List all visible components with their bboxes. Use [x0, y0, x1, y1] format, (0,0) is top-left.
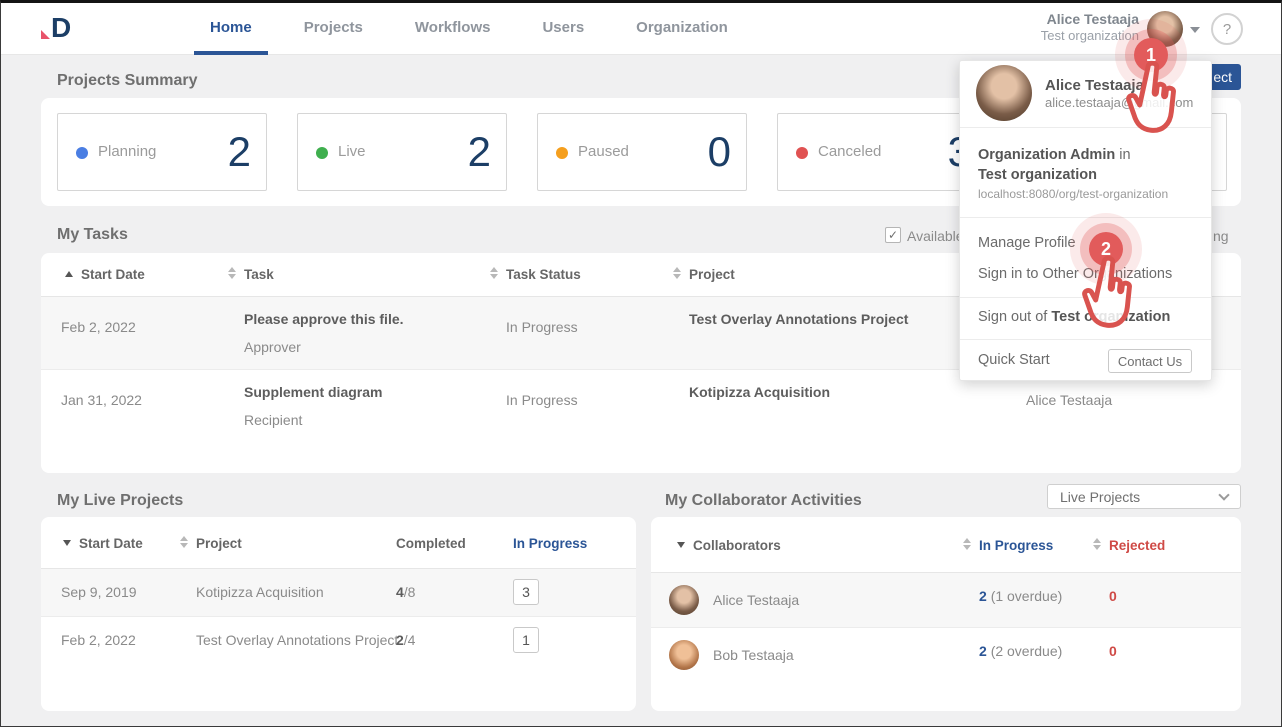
menu-org-name: Test organization [978, 167, 1097, 183]
nav-item-projects[interactable]: Projects [288, 3, 379, 55]
live-dot-icon [316, 147, 328, 159]
sort-icons [1093, 538, 1101, 550]
active-tab-underline [194, 51, 268, 55]
menu-item-sign-in-other-orgs[interactable]: Sign in to Other Organizations [978, 266, 1172, 282]
menu-org-url: localhost:8080/org/test-organization [978, 187, 1168, 201]
my-tasks-title: My Tasks [57, 226, 128, 244]
help-button[interactable]: ? [1211, 13, 1243, 45]
table-row[interactable]: Sep 9, 2019 Kotipizza Acquisition 4/8 3 [41, 569, 636, 616]
sort-desc-icon [63, 540, 71, 546]
col-start-date[interactable]: Start Date [81, 267, 145, 282]
col-project[interactable]: Project [689, 267, 735, 282]
my-live-projects-panel: Start Date Project Completed In Progress… [41, 517, 636, 711]
collaborator-activities-panel: Collaborators In Progress Rejected Alice… [651, 517, 1241, 711]
menu-role-line: Organization Admin in [978, 147, 1131, 163]
collaborator-activities-title: My Collaborator Activities [665, 492, 862, 510]
in-progress-count-box[interactable]: 1 [513, 627, 539, 653]
summary-card-paused[interactable]: Paused 0 [537, 113, 747, 191]
avatar [976, 65, 1032, 121]
user-menu-trigger[interactable]: Alice Testaaja Test organization [1001, 11, 1139, 44]
user-org: Test organization [1001, 28, 1139, 44]
pointing-hand-icon [1119, 58, 1185, 140]
user-name: Alice Testaaja [1001, 11, 1139, 28]
summary-card-planning[interactable]: Planning 2 [57, 113, 267, 191]
summary-card-canceled[interactable]: Canceled 3 [777, 113, 987, 191]
paused-dot-icon [556, 147, 568, 159]
check-icon: ✓ [888, 228, 898, 242]
chevron-down-icon[interactable] [1190, 27, 1200, 33]
collaborators-header-row: Collaborators In Progress Rejected [651, 517, 1241, 573]
divider [960, 339, 1211, 340]
planning-dot-icon [76, 147, 88, 159]
menu-item-manage-profile[interactable]: Manage Profile [978, 235, 1076, 251]
sort-desc-icon [677, 542, 685, 548]
col-in-progress[interactable]: In Progress [513, 536, 587, 551]
col-collaborators[interactable]: Collaborators [693, 538, 781, 553]
col-in-progress[interactable]: In Progress [979, 538, 1053, 553]
sort-icons [490, 267, 498, 279]
col-task[interactable]: Task [244, 267, 274, 282]
col-rejected[interactable]: Rejected [1109, 538, 1165, 553]
nav-item-workflows[interactable]: Workflows [399, 3, 507, 55]
menu-item-sign-out[interactable]: Sign out of Test organization [978, 309, 1170, 325]
table-row[interactable]: Feb 2, 2022 Test Overlay Annotations Pro… [41, 616, 636, 663]
projects-summary-title: Projects Summary [57, 72, 198, 90]
col-start-date[interactable]: Start Date [79, 536, 143, 551]
app-logo[interactable]: D [41, 13, 71, 43]
app-window: D Home Projects Workflows Users Organiza… [0, 0, 1282, 727]
sort-icons [228, 267, 236, 279]
sort-asc-icon [65, 271, 73, 277]
filter-label-fragment: ng [1213, 228, 1229, 244]
table-row[interactable]: Alice Testaaja 2 (1 overdue) 0 [651, 573, 1241, 627]
summary-card-live[interactable]: Live 2 [297, 113, 507, 191]
available-checkbox[interactable]: ✓ [885, 227, 901, 243]
nav-item-organization[interactable]: Organization [620, 3, 744, 55]
sort-icons [180, 536, 188, 548]
navbar: D Home Projects Workflows Users Organiza… [1, 3, 1281, 55]
live-projects-header-row: Start Date Project Completed In Progress [41, 517, 636, 569]
col-completed[interactable]: Completed [396, 536, 466, 551]
canceled-dot-icon [796, 147, 808, 159]
table-row[interactable]: Bob Testaaja 2 (2 overdue) 0 [651, 627, 1241, 681]
menu-item-quick-start[interactable]: Quick Start [978, 352, 1050, 368]
nav-item-home[interactable]: Home [194, 3, 268, 55]
nav-item-users[interactable]: Users [526, 3, 600, 55]
avatar [669, 585, 699, 615]
avatar [669, 640, 699, 670]
main-nav: Home Projects Workflows Users Organizati… [194, 3, 764, 55]
logo-letter: D [51, 13, 71, 43]
sort-icons [963, 538, 971, 550]
in-progress-count-box[interactable]: 3 [513, 579, 539, 605]
chevron-down-icon [1218, 489, 1229, 500]
my-live-projects-title: My Live Projects [57, 492, 183, 510]
live-projects-select[interactable]: Live Projects [1047, 484, 1241, 509]
col-project[interactable]: Project [196, 536, 242, 551]
col-task-status[interactable]: Task Status [506, 267, 581, 282]
question-icon: ? [1223, 21, 1231, 38]
sort-icons [673, 267, 681, 279]
contact-us-button[interactable]: Contact Us [1108, 349, 1192, 373]
available-checkbox-label: Available [907, 228, 964, 244]
pointing-hand-icon [1075, 253, 1141, 335]
logo-triangle-icon [41, 30, 50, 39]
divider [960, 217, 1211, 218]
